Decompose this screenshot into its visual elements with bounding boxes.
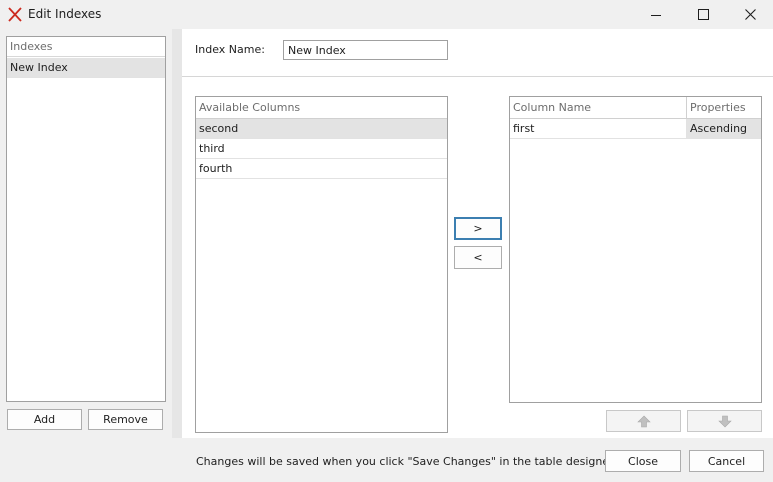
available-column-row[interactable]: fourth	[196, 159, 447, 179]
indexes-list[interactable]: Indexes New Index	[6, 36, 166, 402]
indexes-list-header: Indexes	[7, 37, 165, 57]
maximize-icon	[697, 9, 709, 20]
move-down-button[interactable]	[687, 410, 762, 432]
available-column-row[interactable]: third	[196, 139, 447, 159]
title-bar: Edit Indexes	[0, 0, 773, 29]
add-column-button[interactable]: >	[454, 217, 502, 240]
index-name-input[interactable]	[283, 40, 448, 60]
panel-splitter[interactable]	[172, 29, 182, 438]
arrow-up-icon	[636, 415, 651, 427]
window-title: Edit Indexes	[28, 7, 102, 21]
arrow-down-icon	[717, 415, 732, 427]
x-logo-icon	[8, 7, 22, 22]
index-name-label: Index Name:	[195, 43, 265, 56]
available-column-row[interactable]: second	[196, 119, 447, 139]
close-window-button[interactable]	[727, 0, 773, 29]
cancel-button[interactable]: Cancel	[689, 450, 764, 472]
column-name-header: Column Name	[510, 97, 686, 119]
close-icon	[744, 9, 756, 20]
add-index-button[interactable]: Add	[7, 409, 82, 430]
close-button[interactable]: Close	[605, 450, 681, 472]
move-up-button[interactable]	[606, 410, 681, 432]
minimize-button[interactable]	[633, 0, 679, 29]
index-list-item[interactable]: New Index	[7, 58, 165, 78]
save-hint-message: Changes will be saved when you click "Sa…	[196, 455, 617, 468]
available-columns-grid[interactable]: Available Columns second third fourth	[195, 96, 448, 433]
index-column-name-cell[interactable]: first	[510, 119, 686, 139]
maximize-button[interactable]	[680, 0, 726, 29]
properties-header: Properties	[687, 97, 761, 119]
minimize-icon	[651, 14, 661, 16]
index-columns-grid[interactable]: Column Name Properties first Ascending	[509, 96, 762, 403]
divider	[182, 76, 773, 77]
index-column-properties-cell[interactable]: Ascending	[687, 119, 761, 139]
available-columns-header: Available Columns	[196, 97, 447, 119]
remove-index-button[interactable]: Remove	[88, 409, 163, 430]
remove-column-button[interactable]: <	[454, 246, 502, 269]
